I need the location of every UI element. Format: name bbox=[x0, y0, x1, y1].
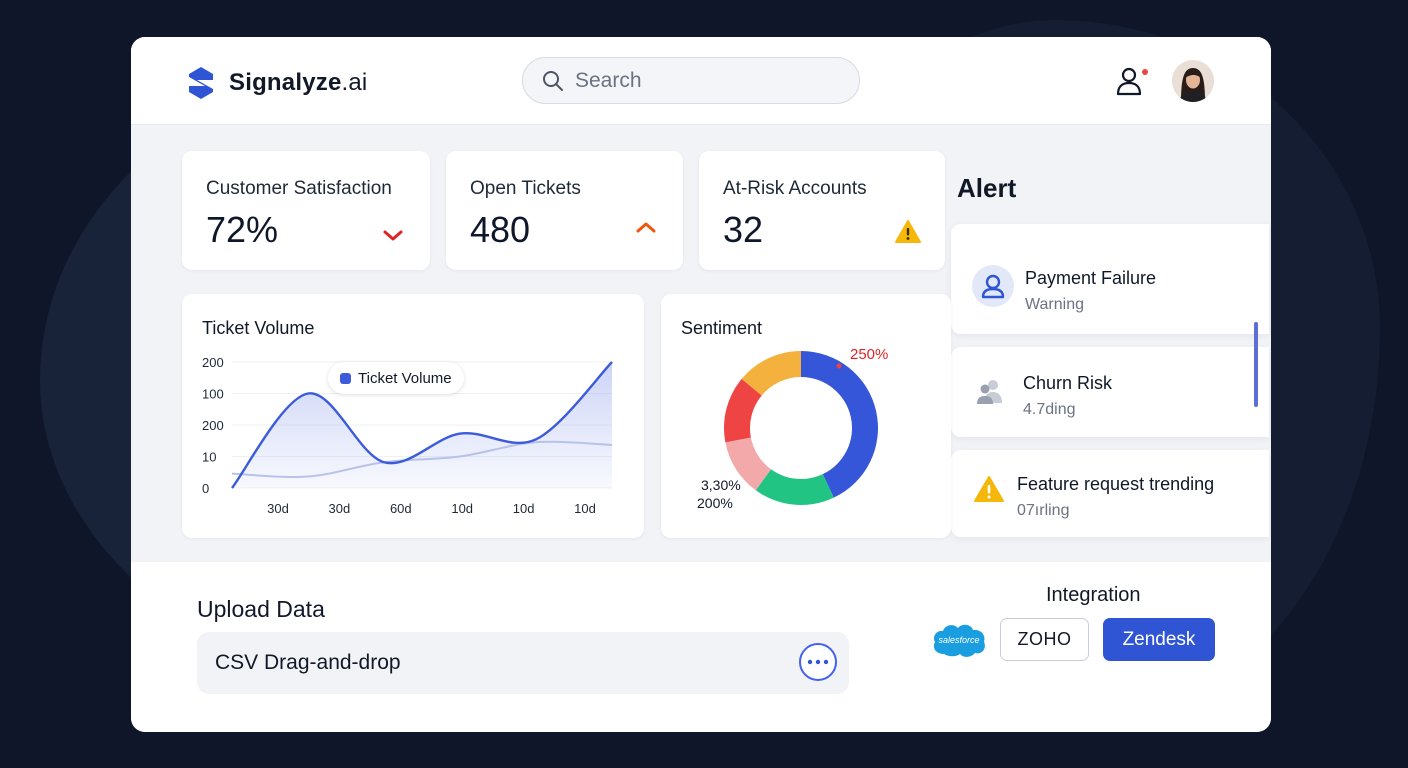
donut-slice bbox=[755, 469, 834, 505]
alert-name: Payment Failure bbox=[1025, 268, 1157, 288]
search-input[interactable] bbox=[575, 68, 835, 93]
sentiment-card: Sentiment 250% 3,30% 200% bbox=[661, 294, 951, 538]
y-tick-label: 0 bbox=[202, 481, 209, 496]
slice-label: 250% bbox=[850, 346, 888, 363]
alerts-scrollbar[interactable] bbox=[1254, 322, 1258, 407]
bottom-panel: Upload Data CSV Drag-and-drop Integratio… bbox=[131, 562, 1271, 732]
integration-title: Integration bbox=[1046, 584, 1141, 606]
kpi-value: 72% bbox=[206, 209, 279, 250]
csv-dropzone[interactable]: CSV Drag-and-drop bbox=[197, 632, 849, 694]
y-tick-label: 200 bbox=[202, 355, 224, 370]
kpi-label: Open Tickets bbox=[470, 178, 581, 199]
avatar-image bbox=[1172, 60, 1214, 102]
alert-name: Feature request trending bbox=[1017, 474, 1215, 494]
y-tick-label: 200 bbox=[202, 418, 224, 433]
search-icon bbox=[543, 70, 563, 91]
kpi-value: 32 bbox=[723, 209, 764, 250]
alert-item-churn-risk[interactable]: Churn Risk 4.7ding bbox=[951, 347, 1269, 437]
notification-badge bbox=[1140, 67, 1150, 77]
warning-icon bbox=[895, 220, 921, 243]
chart-legend[interactable]: Ticket Volume bbox=[328, 362, 464, 394]
x-tick-label: 10d bbox=[513, 501, 535, 516]
users-icon bbox=[977, 380, 1002, 404]
sentiment-donut-chart: 250% 3,30% 200% bbox=[697, 346, 888, 511]
search-bar[interactable] bbox=[522, 57, 860, 104]
dashboard-window: Signalyze.ai Search Customer Satisfactio… bbox=[131, 37, 1271, 732]
salesforce-wordmark: salesforce bbox=[938, 635, 979, 645]
alert-item-feature-request[interactable]: Feature request trending 07ırling bbox=[951, 450, 1269, 537]
zendesk-button[interactable]: Zendesk bbox=[1103, 618, 1215, 661]
warning-icon bbox=[974, 476, 1004, 502]
x-tick-label: 10d bbox=[451, 501, 473, 516]
kpi-card-at-risk-accounts[interactable]: At-Risk Accounts 32 bbox=[699, 151, 945, 270]
kpi-label: Customer Satisfaction bbox=[206, 178, 392, 199]
label-marker bbox=[836, 363, 842, 369]
logo-icon bbox=[189, 67, 213, 99]
alert-status: 4.7ding bbox=[1023, 401, 1076, 418]
donut-slice bbox=[801, 351, 878, 498]
x-tick-label: 30d bbox=[329, 501, 351, 516]
y-tick-label: 100 bbox=[202, 387, 224, 402]
brand-name: Signalyze.ai bbox=[229, 69, 368, 96]
ticket-volume-card: Ticket Volume 200 100 200 10 0 30d 30d 60d 10d 10… bbox=[182, 294, 644, 538]
more-options-button[interactable] bbox=[799, 643, 837, 681]
kpi-card-open-tickets[interactable]: Open Tickets 480 bbox=[446, 151, 683, 270]
slice-label: 3,30% bbox=[701, 477, 741, 493]
kpi-label: At-Risk Accounts bbox=[723, 178, 867, 199]
user-icon bbox=[972, 265, 1014, 307]
upload-title: Upload Data bbox=[197, 596, 325, 622]
brand-logo[interactable]: Signalyze.ai bbox=[185, 65, 367, 101]
slice-label: 200% bbox=[697, 495, 733, 511]
legend-label: Ticket Volume bbox=[358, 369, 452, 387]
alert-status: Warning bbox=[1025, 296, 1084, 313]
x-tick-label: 30d bbox=[267, 501, 289, 516]
chevron-down-icon bbox=[383, 230, 403, 241]
profile-button[interactable] bbox=[1116, 65, 1150, 97]
alert-name: Churn Risk bbox=[1023, 373, 1113, 393]
dropzone-label: CSV Drag-and-drop bbox=[215, 651, 401, 674]
kpi-card-customer-satisfaction[interactable]: Customer Satisfaction 72% bbox=[182, 151, 430, 270]
zoho-button[interactable]: ZOHO bbox=[1000, 618, 1089, 661]
y-tick-label: 10 bbox=[202, 450, 216, 465]
alert-item-payment-failure[interactable]: Payment Failure Warning bbox=[951, 224, 1269, 334]
kpi-value: 480 bbox=[470, 209, 531, 250]
ticket-volume-chart: 20010020010030d 30d 60d 10d 10d 10d bbox=[202, 355, 613, 516]
legend-swatch bbox=[340, 372, 351, 384]
alert-title: Alert bbox=[957, 173, 1017, 203]
chevron-up-icon bbox=[636, 222, 656, 233]
avatar[interactable] bbox=[1172, 60, 1214, 102]
x-tick-label: 10d bbox=[574, 501, 596, 516]
salesforce-logo[interactable]: salesforce bbox=[930, 620, 988, 660]
alert-status: 07ırling bbox=[1017, 502, 1070, 519]
x-tick-label: 60d bbox=[390, 501, 412, 516]
more-icon bbox=[807, 659, 829, 665]
top-bar: Signalyze.ai bbox=[131, 37, 1271, 125]
